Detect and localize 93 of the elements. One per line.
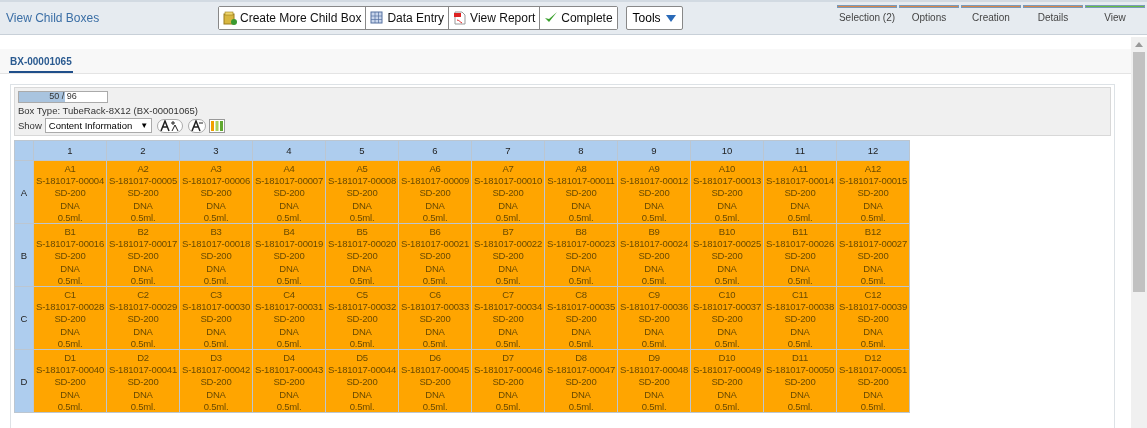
well-cell[interactable]: C1 S-181017-00028 SD-200 DNA 0.5ml.: [34, 287, 106, 349]
well-cell[interactable]: A9 S-181017-00012 SD-200 DNA 0.5ml.: [618, 161, 690, 223]
toolbar-button[interactable]: View Report: [449, 7, 541, 29]
well-cell[interactable]: C7 S-181017-00034 SD-200 DNA 0.5ml.: [472, 287, 544, 349]
column-header: 4: [253, 141, 325, 160]
well-cell[interactable]: A2 S-181017-00005 SD-200 DNA 0.5ml.: [107, 161, 179, 223]
well-cell[interactable]: A6 S-181017-00009 SD-200 DNA 0.5ml.: [399, 161, 471, 223]
box-type-text: Box Type: TubeRack-8X12 (BX-00001065): [18, 105, 199, 116]
well-cell[interactable]: A8 S-181017-00011 SD-200 DNA 0.5ml.: [545, 161, 617, 223]
well-cell[interactable]: C12 S-181017-00039 SD-200 DNA 0.5ml.: [837, 287, 909, 349]
column-header: 12: [837, 141, 909, 160]
well-cell[interactable]: D11 S-181017-00050 SD-200 DNA 0.5ml.: [764, 350, 836, 412]
well-cell[interactable]: A7 S-181017-00010 SD-200 DNA 0.5ml.: [472, 161, 544, 223]
toolbar-button[interactable]: Data Entry: [366, 7, 450, 29]
capacity-reading: 50 / 96: [48, 91, 78, 101]
wizard-step[interactable]: View: [1085, 5, 1145, 23]
well-cell[interactable]: B9 S-181017-00024 SD-200 DNA 0.5ml.: [618, 224, 690, 286]
row-header: B: [15, 224, 33, 286]
well-cell[interactable]: B1 S-181017-00016 SD-200 DNA 0.5ml.: [34, 224, 106, 286]
font-decrease-button[interactable]: [188, 118, 207, 133]
page-title: View Child Boxes: [6, 11, 101, 25]
well-cell[interactable]: C11 S-181017-00038 SD-200 DNA 0.5ml.: [764, 287, 836, 349]
well-cell[interactable]: B5 S-181017-00020 SD-200 DNA 0.5ml.: [326, 224, 398, 286]
well-cell[interactable]: A12 S-181017-00015 SD-200 DNA 0.5ml.: [837, 161, 909, 223]
well-cell[interactable]: D1 S-181017-00040 SD-200 DNA 0.5ml.: [34, 350, 106, 412]
well-cell[interactable]: D6 S-181017-00045 SD-200 DNA 0.5ml.: [399, 350, 471, 412]
well-cell[interactable]: D3 S-181017-00042 SD-200 DNA 0.5ml.: [180, 350, 252, 412]
column-header: 5: [326, 141, 398, 160]
scroll-up-icon: [1135, 42, 1143, 47]
toolbar-button[interactable]: Create More Child Box: [219, 7, 367, 29]
box-tab[interactable]: BX-00001065: [9, 56, 73, 73]
document-icon: [453, 11, 468, 25]
column-header: 8: [545, 141, 617, 160]
well-cell[interactable]: B8 S-181017-00023 SD-200 DNA 0.5ml.: [545, 224, 617, 286]
well-cell[interactable]: C5 S-181017-00032 SD-200 DNA 0.5ml.: [326, 287, 398, 349]
well-cell[interactable]: D4 S-181017-00043 SD-200 DNA 0.5ml.: [253, 350, 325, 412]
row-header: A: [15, 161, 33, 223]
column-header: 11: [764, 141, 836, 160]
caret-icon: [665, 14, 676, 22]
color-legend-button[interactable]: [209, 118, 226, 133]
well-cell[interactable]: A4 S-181017-00007 SD-200 DNA 0.5ml.: [253, 161, 325, 223]
well-cell[interactable]: A11 S-181017-00014 SD-200 DNA 0.5ml.: [764, 161, 836, 223]
well-cell[interactable]: B7 S-181017-00022 SD-200 DNA 0.5ml.: [472, 224, 544, 286]
toolbar-button[interactable]: Complete: [540, 7, 617, 29]
grid-icon: [370, 11, 385, 25]
box-icon: [223, 11, 237, 25]
grid-corner: [15, 141, 33, 160]
show-label: Show: [18, 120, 42, 131]
column-header: 10: [691, 141, 763, 160]
well-cell[interactable]: D2 S-181017-00041 SD-200 DNA 0.5ml.: [107, 350, 179, 412]
scrollbar[interactable]: [1131, 37, 1147, 428]
well-cell[interactable]: D5 S-181017-00044 SD-200 DNA 0.5ml.: [326, 350, 398, 412]
column-header: 1: [34, 141, 106, 160]
font-increase-button[interactable]: [157, 118, 184, 133]
font-size-icon: [191, 119, 204, 132]
row-header: C: [15, 287, 33, 349]
column-header: 7: [472, 141, 544, 160]
color-bars-icon: [209, 118, 226, 133]
well-cell[interactable]: A5 S-181017-00008 SD-200 DNA 0.5ml.: [326, 161, 398, 223]
well-cell[interactable]: C6 S-181017-00033 SD-200 DNA 0.5ml.: [399, 287, 471, 349]
well-cell[interactable]: A10 S-181017-00013 SD-200 DNA 0.5ml.: [691, 161, 763, 223]
well-cell[interactable]: B10 S-181017-00025 SD-200 DNA 0.5ml.: [691, 224, 763, 286]
column-header: 6: [399, 141, 471, 160]
column-header: 3: [180, 141, 252, 160]
well-cell[interactable]: D10 S-181017-00049 SD-200 DNA 0.5ml.: [691, 350, 763, 412]
column-header: 2: [107, 141, 179, 160]
wizard-step[interactable]: Selection (2): [837, 5, 897, 23]
well-cell[interactable]: C4 S-181017-00031 SD-200 DNA 0.5ml.: [253, 287, 325, 349]
well-cell[interactable]: C10 S-181017-00037 SD-200 DNA 0.5ml.: [691, 287, 763, 349]
row-header: D: [15, 350, 33, 412]
well-cell[interactable]: B6 S-181017-00021 SD-200 DNA 0.5ml.: [399, 224, 471, 286]
well-cell[interactable]: D12 S-181017-00051 SD-200 DNA 0.5ml.: [837, 350, 909, 412]
tools-dropdown[interactable]: Tools: [625, 6, 683, 30]
font-size-icon: [160, 119, 181, 132]
column-header: 9: [618, 141, 690, 160]
show-dropdown[interactable]: Content Information ▼: [44, 118, 153, 133]
well-cell[interactable]: B11 S-181017-00026 SD-200 DNA 0.5ml.: [764, 224, 836, 286]
well-cell[interactable]: C8 S-181017-00035 SD-200 DNA 0.5ml.: [545, 287, 617, 349]
well-cell[interactable]: B3 S-181017-00018 SD-200 DNA 0.5ml.: [180, 224, 252, 286]
well-cell[interactable]: A3 S-181017-00006 SD-200 DNA 0.5ml.: [180, 161, 252, 223]
well-cell[interactable]: D7 S-181017-00046 SD-200 DNA 0.5ml.: [472, 350, 544, 412]
well-cell[interactable]: C9 S-181017-00036 SD-200 DNA 0.5ml.: [618, 287, 690, 349]
well-cell[interactable]: B2 S-181017-00017 SD-200 DNA 0.5ml.: [107, 224, 179, 286]
well-cell[interactable]: C3 S-181017-00030 SD-200 DNA 0.5ml.: [180, 287, 252, 349]
well-cell[interactable]: B4 S-181017-00019 SD-200 DNA 0.5ml.: [253, 224, 325, 286]
well-cell[interactable]: C2 S-181017-00029 SD-200 DNA 0.5ml.: [107, 287, 179, 349]
wizard-step[interactable]: Options: [899, 5, 959, 23]
well-cell[interactable]: A1 S-181017-00004 SD-200 DNA 0.5ml.: [34, 161, 106, 223]
well-cell[interactable]: D9 S-181017-00048 SD-200 DNA 0.5ml.: [618, 350, 690, 412]
well-cell[interactable]: D8 S-181017-00047 SD-200 DNA 0.5ml.: [545, 350, 617, 412]
wizard-step[interactable]: Details: [1023, 5, 1083, 23]
well-cell[interactable]: B12 S-181017-00027 SD-200 DNA 0.5ml.: [837, 224, 909, 286]
wizard-step[interactable]: Creation: [961, 5, 1021, 23]
